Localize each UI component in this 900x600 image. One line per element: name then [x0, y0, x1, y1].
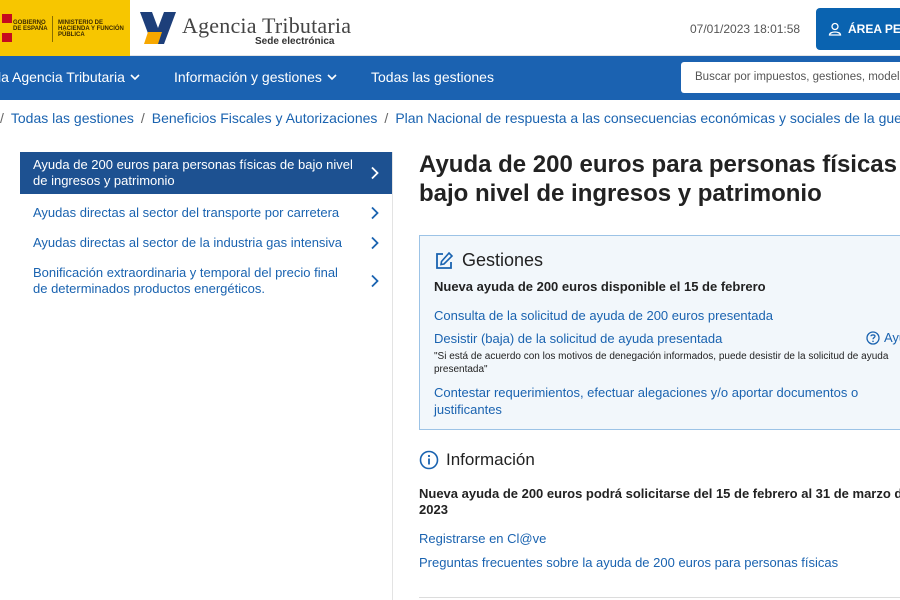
gestiones-highlight: Nueva ayuda de 200 euros disponible el 1… [434, 279, 766, 294]
sidebar: Ayuda de 200 euros para personas físicas… [20, 152, 392, 301]
agencia-tributaria-logo-icon[interactable] [138, 10, 178, 46]
sidebar-item-bonificacion[interactable]: Bonificación extraordinaria y temporal d… [20, 261, 392, 301]
area-personal-label: ÁREA PE [848, 22, 900, 36]
registrarse-clave-link[interactable]: Registrarse en Cl@ve [419, 530, 546, 547]
search-input[interactable]: Buscar por impuestos, gestiones, modelos [681, 62, 900, 93]
breadcrumb-item[interactable]: Plan Nacional de respuesta a las consecu… [395, 110, 900, 128]
gestiones-heading: Gestiones [434, 250, 543, 271]
informacion-heading-label: Información [446, 450, 535, 469]
help-circle-icon [866, 330, 880, 345]
sidebar-item-industria-gas[interactable]: Ayudas directas al sector de la industri… [20, 231, 392, 255]
chevron-right-icon [371, 274, 379, 288]
chevron-down-icon [327, 73, 337, 80]
area-personal-button[interactable]: ÁREA PE [816, 8, 900, 50]
sidebar-item-label: Bonificación extraordinaria y temporal d… [33, 265, 338, 296]
nav-item-todas[interactable]: Todas las gestiones [371, 69, 494, 85]
sidebar-divider [392, 152, 393, 600]
gobierno-logo[interactable]: GOBIERNO DE ESPAÑA MINISTERIO DE HACIEND… [0, 0, 130, 56]
chevron-right-icon [371, 236, 379, 250]
breadcrumb-item[interactable]: Beneficios Fiscales y Autorizaciones [152, 110, 378, 128]
chevron-right-icon [371, 166, 379, 180]
site-subtitle: Sede electrónica [255, 36, 335, 47]
gov-line2: MINISTERIO DE HACIENDA Y FUNCIÓN PÚBLICA [58, 20, 124, 38]
gov-line1: GOBIERNO DE ESPAÑA [13, 20, 48, 32]
nav-item-label: Información y gestiones [174, 69, 322, 85]
datetime: 07/01/2023 18:01:58 [690, 22, 801, 36]
contestar-requerimientos-link[interactable]: Contestar requerimientos, efectuar alega… [434, 384, 900, 418]
sidebar-item-label: Ayudas directas al sector del transporte… [33, 205, 340, 220]
help-link[interactable]: Ayu [866, 330, 900, 345]
sidebar-item-label: Ayuda de 200 euros para personas físicas… [33, 157, 353, 188]
nav-item-label: Todas las gestiones [371, 69, 494, 85]
sidebar-item-ayuda-200[interactable]: Ayuda de 200 euros para personas físicas… [20, 152, 392, 194]
edit-icon [436, 251, 454, 269]
help-link-label: Ayu [884, 330, 900, 345]
section-divider [419, 597, 900, 598]
gestiones-heading-label: Gestiones [462, 250, 544, 270]
info-icon [419, 450, 439, 470]
chevron-down-icon [130, 73, 140, 80]
breadcrumb-item[interactable]: Todas las gestiones [11, 110, 134, 128]
preguntas-frecuentes-link[interactable]: Preguntas frecuentes sobre la ayuda de 2… [419, 554, 838, 571]
informacion-highlight: Nueva ayuda de 200 euros podrá solicitar… [419, 486, 900, 517]
gov-divider [52, 16, 53, 42]
desistir-note: "Si está de acuerdo con los motivos de d… [434, 351, 889, 375]
nav-item-informacion[interactable]: Información y gestiones [174, 69, 337, 85]
sidebar-item-transporte[interactable]: Ayudas directas al sector del transporte… [20, 201, 392, 225]
breadcrumb-separator: / [0, 110, 4, 126]
main-nav: la Agencia Tributaria Información y gest… [0, 56, 900, 100]
breadcrumb-separator: / [384, 110, 389, 126]
chevron-right-icon [371, 206, 379, 220]
nav-item-agencia[interactable]: la Agencia Tributaria [0, 69, 140, 85]
breadcrumb: / Todas las gestiones / Beneficios Fisca… [0, 110, 900, 128]
user-icon [828, 22, 842, 36]
page-title: Ayuda de 200 euros para personas físicas… [419, 151, 900, 207]
nav-item-label: la Agencia Tributaria [0, 69, 125, 85]
desistir-solicitud-link[interactable]: Desistir (baja) de la solicitud de ayuda… [434, 330, 722, 347]
consulta-solicitud-link[interactable]: Consulta de la solicitud de ayuda de 200… [434, 307, 773, 324]
gestiones-panel: Gestiones Nueva ayuda de 200 euros dispo… [419, 235, 900, 430]
breadcrumb-separator: / [140, 110, 145, 126]
sidebar-item-label: Ayudas directas al sector de la industri… [33, 235, 343, 250]
top-header: GOBIERNO DE ESPAÑA MINISTERIO DE HACIEND… [0, 0, 900, 56]
spain-crest-icon [2, 14, 12, 42]
informacion-heading: Información [419, 450, 535, 470]
